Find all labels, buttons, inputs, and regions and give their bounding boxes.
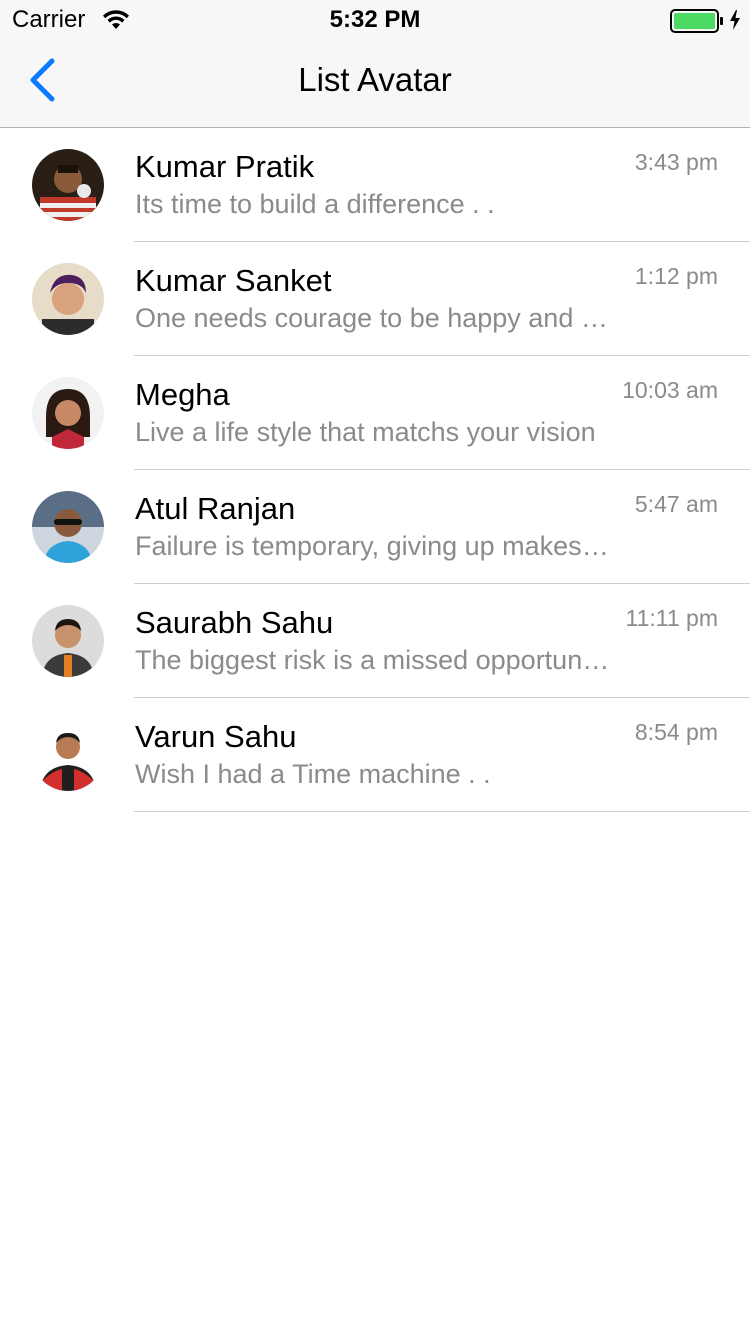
list-item[interactable]: Kumar Pratik Its time to build a differe… [0,128,750,242]
contact-name: Atul Ranjan [135,491,296,526]
status-time: 5:32 PM [329,6,421,33]
message-preview: The biggest risk is a missed opportunity… [135,645,615,675]
message-time: 10:03 am [622,377,718,403]
contact-name: Saurabh Sahu [135,605,334,640]
avatar [32,377,104,449]
message-time: 8:54 pm [634,719,718,745]
avatar [32,719,104,791]
page-title: List Avatar [298,61,452,98]
message-preview: Live a life style that matchs your visio… [135,417,596,447]
screen: Carrier 5:32 PM List Avatar Kumar Pratik… [0,0,750,1334]
message-preview: Its time to build a difference . . [135,189,495,219]
avatar [32,149,104,221]
avatar-photo [32,149,104,221]
status-bar: Carrier 5:32 PM [0,0,750,40]
list-item[interactable]: Saurabh Sahu The biggest risk is a misse… [0,584,750,698]
contact-list: Kumar Pratik Its time to build a differe… [0,128,750,812]
avatar [32,263,104,335]
avatar-photo [32,605,104,677]
contact-name: Kumar Pratik [135,149,315,184]
list-item[interactable]: Atul Ranjan Failure is temporary, giving… [0,470,750,584]
avatar-photo [32,377,104,449]
list-item[interactable]: Kumar Sanket One needs courage to be hap… [0,242,750,356]
charging-bolt-icon [730,10,740,30]
navigation-bar: List Avatar [0,40,750,128]
avatar [32,605,104,677]
battery-icon [670,9,723,33]
avatar-photo [32,263,104,335]
avatar-photo [32,491,104,563]
message-preview: Failure is temporary, giving up makes it… [135,531,615,561]
avatar [32,491,104,563]
message-time: 3:43 pm [634,149,718,175]
message-preview: Wish I had a Time machine . . [135,759,491,789]
avatar-photo [32,719,104,791]
list-item[interactable]: Varun Sahu Wish I had a Time machine . .… [0,698,750,812]
message-preview: One needs courage to be happy and smilin… [135,303,615,333]
message-time: 11:11 pm [625,605,718,631]
list-item[interactable]: Megha Live a life style that matchs your… [0,356,750,470]
contact-name: Megha [135,377,230,412]
message-time: 1:12 pm [634,263,718,289]
contact-name: Varun Sahu [135,719,297,754]
contact-name: Kumar Sanket [135,263,332,298]
message-time: 5:47 am [634,491,718,517]
divider [134,811,750,812]
